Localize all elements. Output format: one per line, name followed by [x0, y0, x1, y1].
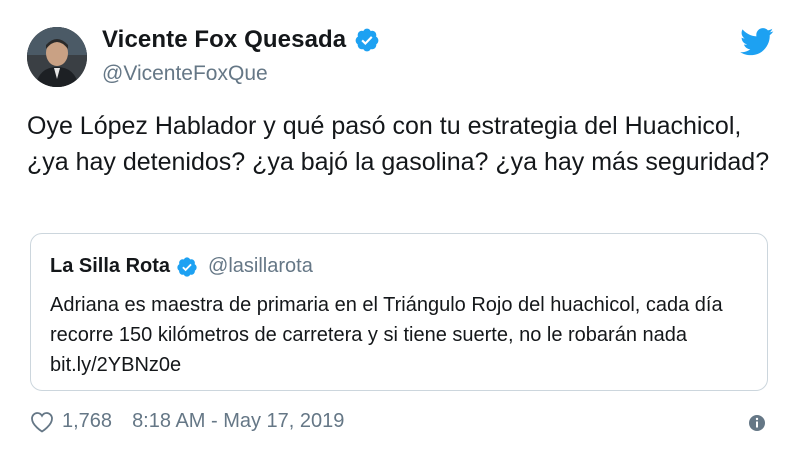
tweet-text: Oye López Hablador y qué pasó con tu est… [27, 112, 770, 176]
author-row: Vicente Fox Quesada [102, 26, 380, 54]
verified-badge-icon [176, 256, 198, 278]
timestamp[interactable]: 8:18 AM - May 17, 2019 [132, 410, 344, 433]
verified-badge-icon [354, 27, 380, 53]
heart-outline-icon[interactable] [30, 411, 54, 433]
avatar-photo-icon [27, 27, 87, 87]
quoted-tweet-text: Adriana es maestra de primaria en el Tri… [50, 294, 723, 376]
quoted-author-row: La Silla Rota @lasillarota [50, 255, 313, 278]
author-name[interactable]: Vicente Fox Quesada [102, 26, 346, 54]
avatar[interactable] [27, 27, 87, 87]
twitter-bird-icon[interactable] [740, 28, 774, 56]
quoted-author-handle[interactable]: @lasillarota [208, 255, 313, 278]
info-circle-icon[interactable] [748, 414, 766, 432]
author-handle[interactable]: @VicenteFoxQue [102, 62, 268, 86]
tweet-card: Vicente Fox Quesada @VicenteFoxQue Oye L… [0, 0, 800, 452]
tweet-footer: 1,768 8:18 AM - May 17, 2019 [30, 410, 344, 433]
like-count[interactable]: 1,768 [62, 410, 112, 433]
quoted-tweet[interactable]: La Silla Rota @lasillarota Adriana es ma… [30, 233, 768, 391]
quoted-author-name[interactable]: La Silla Rota [50, 255, 170, 278]
